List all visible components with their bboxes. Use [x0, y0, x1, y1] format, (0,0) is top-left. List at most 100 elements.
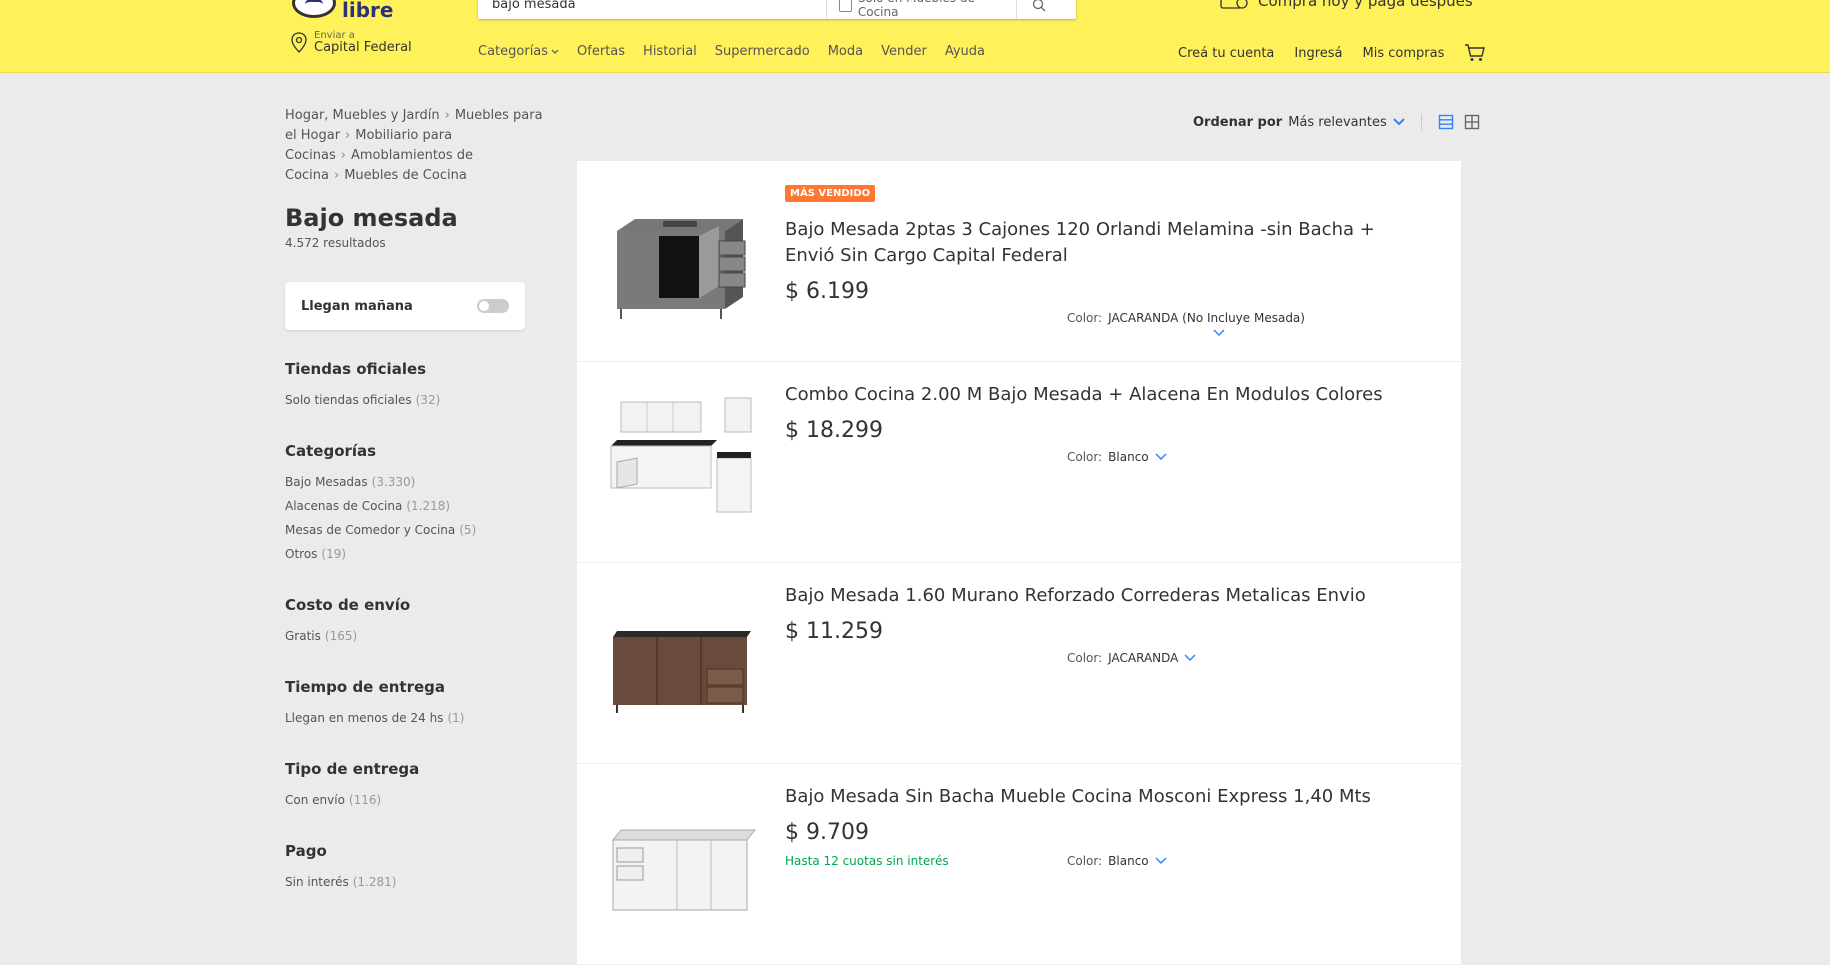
product-title[interactable]: Bajo Mesada Sin Bacha Mueble Cocina Mosc… [785, 784, 1425, 810]
filter-option[interactable]: Con envío (116) [285, 788, 555, 812]
filter-title: Tiempo de entrega [285, 678, 446, 696]
filter-categories: Categorías Bajo Mesadas (3.330) Alacenas … [285, 442, 555, 566]
search-scope-filter[interactable]: Solo en Muebles de Cocina [826, 0, 1016, 19]
results-list: MÁS VENDIDO Bajo Mesada 2ptas 3 Cajones … [577, 161, 1461, 965]
color-value: Blanco [1108, 854, 1149, 868]
filter-option-count: (1.218) [406, 499, 451, 513]
scope-checkbox[interactable] [839, 0, 852, 12]
product-title[interactable]: Bajo Mesada 1.60 Murano Reforzado Corred… [785, 583, 1425, 609]
nav-historial[interactable]: Historial [643, 44, 697, 59]
product-price: $ 6.199 [785, 279, 869, 304]
filter-payment: Pago Sin interés (1.281) [285, 842, 555, 894]
color-selector[interactable]: Color: Blanco [1067, 450, 1167, 464]
color-label: Color: [1067, 450, 1103, 464]
arrives-tomorrow-label: Llegan mañana [301, 298, 413, 314]
filter-option-count: (19) [321, 547, 347, 561]
login-link[interactable]: Ingresá [1294, 46, 1342, 61]
nav-vender[interactable]: Vender [881, 44, 927, 59]
page-title: Bajo mesada [285, 204, 458, 232]
chevron-down-icon [1184, 654, 1196, 662]
chevron-down-icon[interactable] [1213, 329, 1225, 337]
payment-later-icon [1220, 0, 1248, 9]
filter-option[interactable]: Sin interés (1.281) [285, 870, 555, 894]
filter-option[interactable]: Solo tiendas oficiales (32) [285, 388, 555, 412]
result-item[interactable]: Combo Cocina 2.00 M Bajo Mesada + Alacen… [577, 362, 1461, 563]
filter-option-label: Sin interés [285, 875, 349, 889]
product-image[interactable] [607, 191, 757, 331]
shipping-location[interactable]: Enviar a Capital Federal [290, 30, 412, 55]
arrives-tomorrow-toggle[interactable] [477, 299, 509, 313]
filter-option[interactable]: Alacenas de Cocina (1.218) [285, 494, 555, 518]
filter-option[interactable]: Bajo Mesadas (3.330) [285, 470, 555, 494]
chevron-down-icon [1393, 118, 1405, 126]
breadcrumb-link[interactable]: Muebles de Cocina [344, 168, 467, 183]
filters-sidebar: Hogar, Muebles y Jardín › Muebles para el … [285, 106, 555, 894]
sort-value: Más relevantes [1288, 114, 1387, 130]
filter-option-label: Solo tiendas oficiales [285, 393, 412, 407]
filter-option[interactable]: Gratis (165) [285, 624, 555, 648]
search-input[interactable] [478, 0, 826, 19]
filter-option-label: Con envío [285, 793, 345, 807]
promo-banner[interactable]: Comprá hoy y pagá después [1220, 0, 1473, 10]
filter-official-stores: Tiendas oficiales Solo tiendas oficiales… [285, 360, 555, 412]
product-title[interactable]: Bajo Mesada 2ptas 3 Cajones 120 Orlandi … [785, 217, 1425, 269]
nav-moda[interactable]: Moda [828, 44, 863, 59]
product-price: $ 18.299 [785, 418, 883, 443]
nav-label: Categorías [478, 44, 549, 59]
filter-option-count: (1.281) [352, 875, 397, 889]
search-button[interactable] [1016, 0, 1061, 19]
filter-option-label: Otros [285, 547, 318, 561]
filter-option[interactable]: Mesas de Comedor y Cocina (5) [285, 518, 555, 542]
product-image[interactable] [607, 593, 757, 733]
logo[interactable]: libre [292, 0, 393, 20]
color-selector[interactable]: Color: JACARANDA [1067, 651, 1196, 665]
location-pin-icon [291, 31, 307, 53]
filter-option-label: Alacenas de Cocina [285, 499, 403, 513]
breadcrumb: Hogar, Muebles y Jardín › Muebles para el … [285, 106, 555, 186]
filter-title: Costo de envío [285, 596, 411, 614]
breadcrumb-separator-icon: › [345, 128, 351, 143]
grid-view-icon[interactable] [1464, 114, 1480, 130]
color-value: JACARANDA [1108, 651, 1179, 665]
product-image[interactable] [607, 392, 757, 532]
cart-icon[interactable] [1464, 44, 1486, 62]
account-nav: Creá tu cuenta Ingresá Mis compras [1178, 44, 1486, 62]
list-view-icon[interactable] [1438, 114, 1454, 130]
result-item[interactable]: MÁS VENDIDO Bajo Mesada 2ptas 3 Cajones … [577, 161, 1461, 362]
chevron-down-icon [1155, 453, 1167, 461]
nav-supermercado[interactable]: Supermercado [715, 44, 810, 59]
filter-title: Tipo de entrega [285, 760, 420, 778]
filter-option[interactable]: Llegan en menos de 24 hs (1) [285, 706, 555, 730]
nav-categorias[interactable]: Categorías [478, 44, 559, 59]
breadcrumb-link[interactable]: Hogar, Muebles y Jardín [285, 108, 440, 123]
nav-ofertas[interactable]: Ofertas [577, 44, 625, 59]
filter-option-count: (5) [459, 523, 477, 537]
nav-ayuda[interactable]: Ayuda [945, 44, 985, 59]
filter-title: Categorías [285, 442, 377, 460]
header: libre Solo en Muebles de Cocina Comprá h… [0, 0, 1830, 73]
color-selector[interactable]: Color: JACARANDA (No Incluye Mesada) [1067, 311, 1305, 325]
sort-dropdown[interactable]: Más relevantes [1288, 115, 1405, 130]
color-label: Color: [1067, 311, 1103, 325]
product-title[interactable]: Combo Cocina 2.00 M Bajo Mesada + Alacen… [785, 382, 1425, 408]
filter-option[interactable]: Otros (19) [285, 542, 555, 566]
filter-option-count: (32) [415, 393, 441, 407]
color-selector[interactable]: Color: Blanco [1067, 854, 1167, 868]
product-image[interactable] [607, 794, 757, 934]
filter-option-count: (165) [324, 629, 358, 643]
color-value: Blanco [1108, 450, 1149, 464]
my-purchases-link[interactable]: Mis compras [1363, 46, 1445, 61]
result-item[interactable]: Bajo Mesada Sin Bacha Mueble Cocina Mosc… [577, 764, 1461, 965]
logo-text: libre [342, 0, 394, 22]
chevron-down-icon [551, 49, 559, 54]
results-count: 4.572 resultados [285, 236, 386, 250]
result-item[interactable]: Bajo Mesada 1.60 Murano Reforzado Corred… [577, 563, 1461, 764]
installments-info: Hasta 12 cuotas sin interés [785, 854, 949, 868]
filter-delivery-type: Tipo de entrega Con envío (116) [285, 760, 555, 812]
sort-bar: Ordenar por Más relevantes [1193, 114, 1480, 130]
best-seller-badge: MÁS VENDIDO [785, 185, 876, 202]
filter-title: Tiendas oficiales [285, 360, 427, 378]
create-account-link[interactable]: Creá tu cuenta [1178, 46, 1274, 61]
arrives-tomorrow-filter[interactable]: Llegan mañana [285, 282, 525, 330]
filter-option-label: Gratis [285, 629, 321, 643]
